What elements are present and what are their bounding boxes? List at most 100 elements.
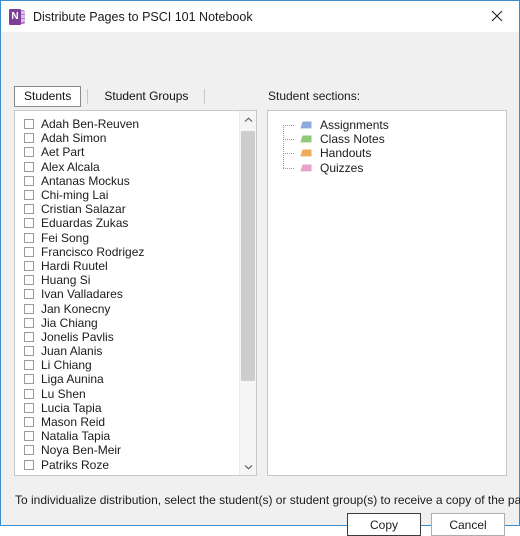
scroll-down-button[interactable]: [240, 458, 256, 475]
student-list-item[interactable]: Juan Alanis: [15, 344, 240, 358]
student-checkbox[interactable]: [24, 459, 34, 470]
tab-separator-end: [204, 89, 206, 104]
student-checkbox[interactable]: [24, 289, 34, 300]
tree-connector-branch: [283, 139, 294, 141]
student-list-item[interactable]: Lu Shen: [15, 387, 240, 401]
students-list-scrollbar[interactable]: [239, 111, 256, 475]
student-name: Jia Chiang: [41, 315, 98, 330]
student-list-item[interactable]: Jonelis Pavlis: [15, 330, 240, 344]
student-list-item[interactable]: Lucia Tapia: [15, 401, 240, 415]
student-checkbox[interactable]: [24, 360, 34, 371]
section-list-item[interactable]: Handouts: [282, 146, 389, 160]
student-list-item[interactable]: Noya Ben-Meir: [15, 443, 240, 457]
scroll-up-button[interactable]: [240, 111, 256, 128]
section-tab-icon: [298, 149, 312, 157]
section-name: Class Notes: [320, 132, 385, 147]
student-list-item[interactable]: Adah Simon: [15, 131, 240, 145]
copy-button[interactable]: Copy: [347, 513, 421, 536]
student-checkbox[interactable]: [24, 303, 34, 314]
student-checkbox[interactable]: [24, 232, 34, 243]
student-name: Adah Simon: [41, 131, 107, 146]
student-checkbox[interactable]: [24, 119, 34, 130]
student-name: Jonelis Pavlis: [41, 329, 114, 344]
footer-hint: To individualize distribution, select th…: [15, 493, 520, 507]
student-list-item[interactable]: Antanas Mockus: [15, 174, 240, 188]
student-name: Aet Part: [41, 145, 85, 160]
student-checkbox[interactable]: [24, 374, 34, 385]
student-checkbox[interactable]: [24, 346, 34, 357]
cancel-button[interactable]: Cancel: [431, 513, 505, 536]
sections-tree: Assignments Class Notes Handouts Quizzes: [282, 118, 389, 175]
students-list[interactable]: Adah Ben-Reuven Adah Simon Aet Part Alex Al…: [15, 111, 240, 475]
section-tab-icon: [298, 121, 312, 129]
tab-student-groups[interactable]: Student Groups: [94, 86, 198, 107]
student-list-item[interactable]: Jan Konecny: [15, 301, 240, 315]
student-checkbox[interactable]: [24, 204, 34, 215]
student-list-item[interactable]: Fei Song: [15, 231, 240, 245]
student-checkbox[interactable]: [24, 331, 34, 342]
student-checkbox[interactable]: [24, 417, 34, 428]
student-checkbox[interactable]: [24, 175, 34, 186]
section-list-item[interactable]: Class Notes: [282, 132, 389, 146]
student-list-item[interactable]: Patriks Roze: [15, 458, 240, 472]
tree-connector-branch: [283, 125, 294, 126]
student-checkbox[interactable]: [24, 275, 34, 286]
students-list-panel: Adah Ben-Reuven Adah Simon Aet Part Alex Al…: [14, 110, 257, 476]
student-name: Liga Aunina: [41, 372, 104, 387]
student-checkbox[interactable]: [24, 147, 34, 158]
student-list-item[interactable]: Huang Si: [15, 273, 240, 287]
student-checkbox[interactable]: [24, 161, 34, 172]
student-checkbox[interactable]: [24, 133, 34, 144]
student-checkbox[interactable]: [24, 260, 34, 271]
section-name: Quizzes: [320, 160, 364, 175]
student-checkbox[interactable]: [24, 246, 34, 257]
section-list-item[interactable]: Assignments: [282, 118, 389, 132]
student-list-item[interactable]: Alex Alcala: [15, 160, 240, 174]
student-list-item[interactable]: Li Chiang: [15, 358, 240, 372]
student-name: Fei Song: [41, 230, 90, 245]
student-checkbox[interactable]: [24, 190, 34, 201]
close-button[interactable]: [474, 1, 519, 31]
student-list-item[interactable]: Jia Chiang: [15, 316, 240, 330]
title-bar: N Distribute Pages to PSCI 101 Notebook: [1, 1, 519, 32]
student-name: Francisco Rodrigez: [41, 244, 145, 259]
tree-connector-branch: [283, 153, 294, 155]
student-name: Li Chiang: [41, 358, 92, 373]
student-list-item[interactable]: Natalia Tapia: [15, 429, 240, 443]
student-checkbox[interactable]: [24, 445, 34, 456]
student-name: Jan Konecny: [41, 301, 111, 316]
student-name: Lu Shen: [41, 386, 86, 401]
student-list-item[interactable]: Mason Reid: [15, 415, 240, 429]
tab-students[interactable]: Students: [14, 86, 82, 107]
student-name: Antanas Mockus: [41, 173, 130, 188]
student-list-item[interactable]: Aet Part: [15, 145, 240, 159]
tree-connector-branch: [283, 167, 294, 169]
student-checkbox[interactable]: [24, 317, 34, 328]
student-checkbox[interactable]: [24, 388, 34, 399]
student-list-item[interactable]: Francisco Rodrigez: [15, 245, 240, 259]
section-tab-icon: [298, 164, 312, 172]
tab-separator: [87, 89, 89, 104]
close-icon: [491, 10, 502, 22]
scrollbar-thumb[interactable]: [241, 131, 255, 381]
student-checkbox[interactable]: [24, 402, 34, 413]
student-list-item[interactable]: Adah Ben-Reuven: [15, 117, 240, 131]
student-list-item[interactable]: Liga Aunina: [15, 372, 240, 386]
student-checkbox[interactable]: [24, 218, 34, 229]
student-list-item[interactable]: Hardi Ruutel: [15, 259, 240, 273]
student-sections-panel: Assignments Class Notes Handouts Quizzes: [267, 110, 507, 476]
student-checkbox[interactable]: [24, 431, 34, 442]
student-name: Ivan Valladares: [41, 287, 123, 302]
student-list-item[interactable]: Chi-ming Lai: [15, 188, 240, 202]
dialog-body: Students Student Groups Adah Ben-Reuven A…: [1, 32, 520, 536]
section-name: Assignments: [320, 118, 389, 133]
student-name: Chi-ming Lai: [41, 188, 109, 203]
student-name: Juan Alanis: [41, 344, 103, 359]
student-name: Hardi Ruutel: [41, 258, 108, 273]
student-list-item[interactable]: Ivan Valladares: [15, 287, 240, 301]
student-list-item[interactable]: Cristian Salazar: [15, 202, 240, 216]
student-list-item[interactable]: Eduardas Zukas: [15, 216, 240, 230]
section-list-item[interactable]: Quizzes: [282, 161, 389, 175]
student-name: Alex Alcala: [41, 159, 100, 174]
chevron-up-icon: [244, 116, 252, 122]
